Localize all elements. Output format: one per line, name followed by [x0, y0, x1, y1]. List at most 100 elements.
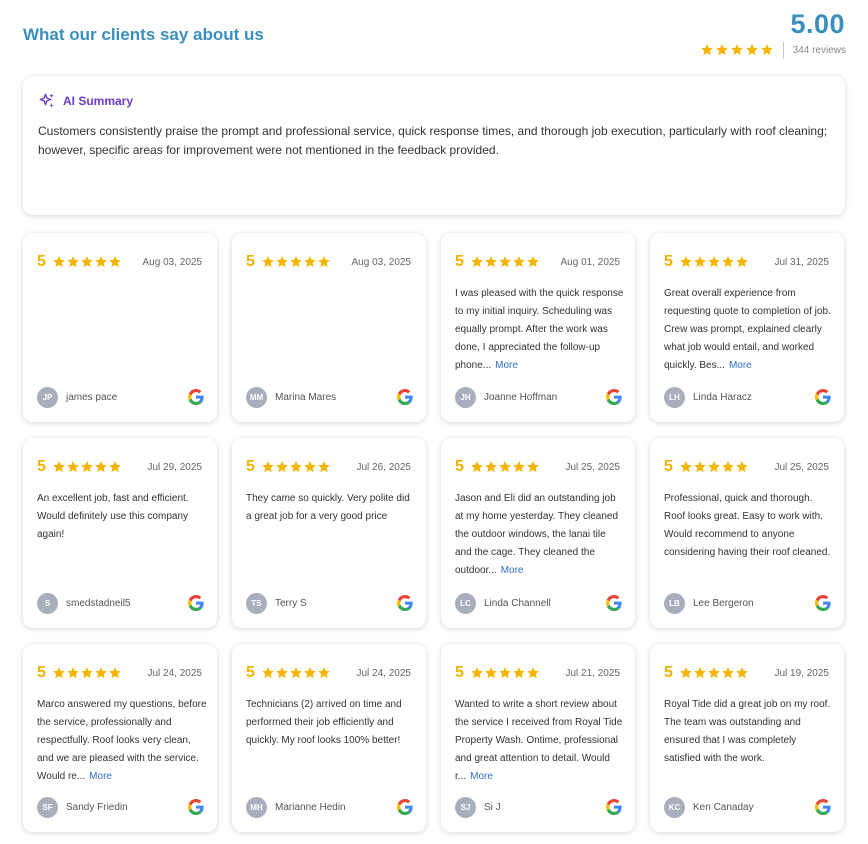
- star-icon: [261, 460, 275, 474]
- avatar: TS: [246, 593, 267, 614]
- rating-number: 5: [246, 664, 255, 681]
- author-name: Si J: [484, 802, 501, 813]
- star-icon: [721, 255, 735, 269]
- avatar: KC: [664, 797, 685, 818]
- google-icon: [188, 799, 204, 815]
- google-icon: [397, 799, 413, 815]
- star-icon: [498, 255, 512, 269]
- review-author: SJ Si J: [455, 797, 501, 818]
- rating-number: 5: [664, 458, 673, 475]
- star-icon: [526, 255, 540, 269]
- review-text: Technicians (2) arrived on time and perf…: [246, 696, 416, 750]
- author-name: Sandy Friedin: [66, 802, 128, 813]
- review-rating: 5: [37, 664, 122, 682]
- review-date: Jul 31, 2025: [774, 257, 830, 268]
- star-icon: [484, 666, 498, 680]
- star-icon: [470, 666, 484, 680]
- divider: [782, 41, 784, 59]
- review-date: Jul 24, 2025: [147, 668, 203, 679]
- review-author: LC Linda Channell: [455, 593, 551, 614]
- rating-number: 5: [246, 253, 255, 270]
- review-text: Professional, quick and thorough. Roof l…: [664, 490, 834, 562]
- star-icon: [498, 460, 512, 474]
- review-date: Jul 26, 2025: [356, 462, 412, 473]
- google-icon: [815, 389, 831, 405]
- avatar: LH: [664, 387, 685, 408]
- review-card: 5 Aug 03, 2025 JP james pace: [23, 233, 217, 422]
- author-name: Marianne Hedin: [275, 802, 346, 813]
- star-icon: [679, 460, 693, 474]
- star-icon: [484, 255, 498, 269]
- star-icon: [52, 666, 66, 680]
- rating-number: 5: [37, 253, 46, 270]
- author-name: smedstadneil5: [66, 598, 131, 609]
- star-icon: [52, 255, 66, 269]
- review-date: Jul 29, 2025: [147, 462, 203, 473]
- star-icon: [317, 255, 331, 269]
- star-icon: [66, 666, 80, 680]
- rating-number: 5: [37, 664, 46, 681]
- more-link[interactable]: More: [501, 565, 524, 576]
- ai-summary-card: AI Summary Customers consistently praise…: [23, 76, 845, 215]
- google-icon: [606, 799, 622, 815]
- star-icon: [700, 43, 714, 57]
- avatar: JH: [455, 387, 476, 408]
- rating-stars: [261, 460, 331, 474]
- review-card: 5 Jul 25, 2025 Professional, quick and tho…: [650, 438, 844, 628]
- star-icon: [679, 255, 693, 269]
- review-card: 5 Jul 31, 2025 Great overall experience fr…: [650, 233, 844, 422]
- review-author: JP james pace: [37, 387, 117, 408]
- author-name: Ken Canaday: [693, 802, 754, 813]
- star-icon: [289, 460, 303, 474]
- overall-score: 5.00: [790, 9, 845, 39]
- ai-summary-label: AI Summary: [63, 94, 134, 108]
- review-body: Technicians (2) arrived on time and perf…: [246, 699, 402, 746]
- star-icon: [512, 460, 526, 474]
- review-rating: 5: [455, 458, 540, 476]
- google-icon: [397, 595, 413, 611]
- star-icon: [721, 460, 735, 474]
- rating-stars: [52, 255, 122, 269]
- page-title: What our clients say about us: [23, 25, 264, 44]
- review-date: Aug 03, 2025: [351, 257, 412, 268]
- review-rating: 5: [246, 253, 331, 271]
- review-rating: 5: [246, 664, 331, 682]
- review-date: Aug 01, 2025: [560, 257, 621, 268]
- more-link[interactable]: More: [470, 771, 493, 782]
- review-body: An excellent job, fast and efficient. Wo…: [37, 493, 189, 540]
- review-card: 5 Jul 24, 2025 Technicians (2) arrived on …: [232, 644, 426, 832]
- google-icon: [397, 389, 413, 405]
- review-rating: 5: [664, 458, 749, 476]
- author-name: Marina Mares: [275, 392, 337, 403]
- more-link[interactable]: More: [89, 771, 112, 782]
- rating-stars: [679, 666, 749, 680]
- star-icon: [735, 460, 749, 474]
- google-icon: [188, 595, 204, 611]
- more-link[interactable]: More: [495, 360, 518, 371]
- review-card: 5 Jul 26, 2025 They came so quickly. Very …: [232, 438, 426, 628]
- review-body: Royal Tide did a great job on my roof. T…: [664, 699, 831, 764]
- google-icon: [815, 595, 831, 611]
- review-author: MM Marina Mares: [246, 387, 336, 408]
- review-text: Great overall experience from requesting…: [664, 285, 834, 375]
- rating-stars: [470, 255, 540, 269]
- rating-number: 5: [455, 664, 464, 681]
- review-date: Jul 25, 2025: [565, 462, 621, 473]
- overall-stars: [700, 43, 774, 57]
- sparkle-icon: [38, 92, 56, 110]
- review-date: Jul 24, 2025: [356, 668, 412, 679]
- author-name: Linda Haracz: [693, 392, 752, 403]
- rating-stars: [261, 255, 331, 269]
- star-icon: [108, 666, 122, 680]
- google-icon: [606, 595, 622, 611]
- avatar: LB: [664, 593, 685, 614]
- more-link[interactable]: More: [729, 360, 752, 371]
- review-rating: 5: [664, 664, 749, 682]
- review-author: TS Terry S: [246, 593, 307, 614]
- star-icon: [52, 460, 66, 474]
- review-rating: 5: [664, 253, 749, 271]
- avatar: SJ: [455, 797, 476, 818]
- star-icon: [275, 255, 289, 269]
- star-icon: [707, 255, 721, 269]
- star-icon: [721, 666, 735, 680]
